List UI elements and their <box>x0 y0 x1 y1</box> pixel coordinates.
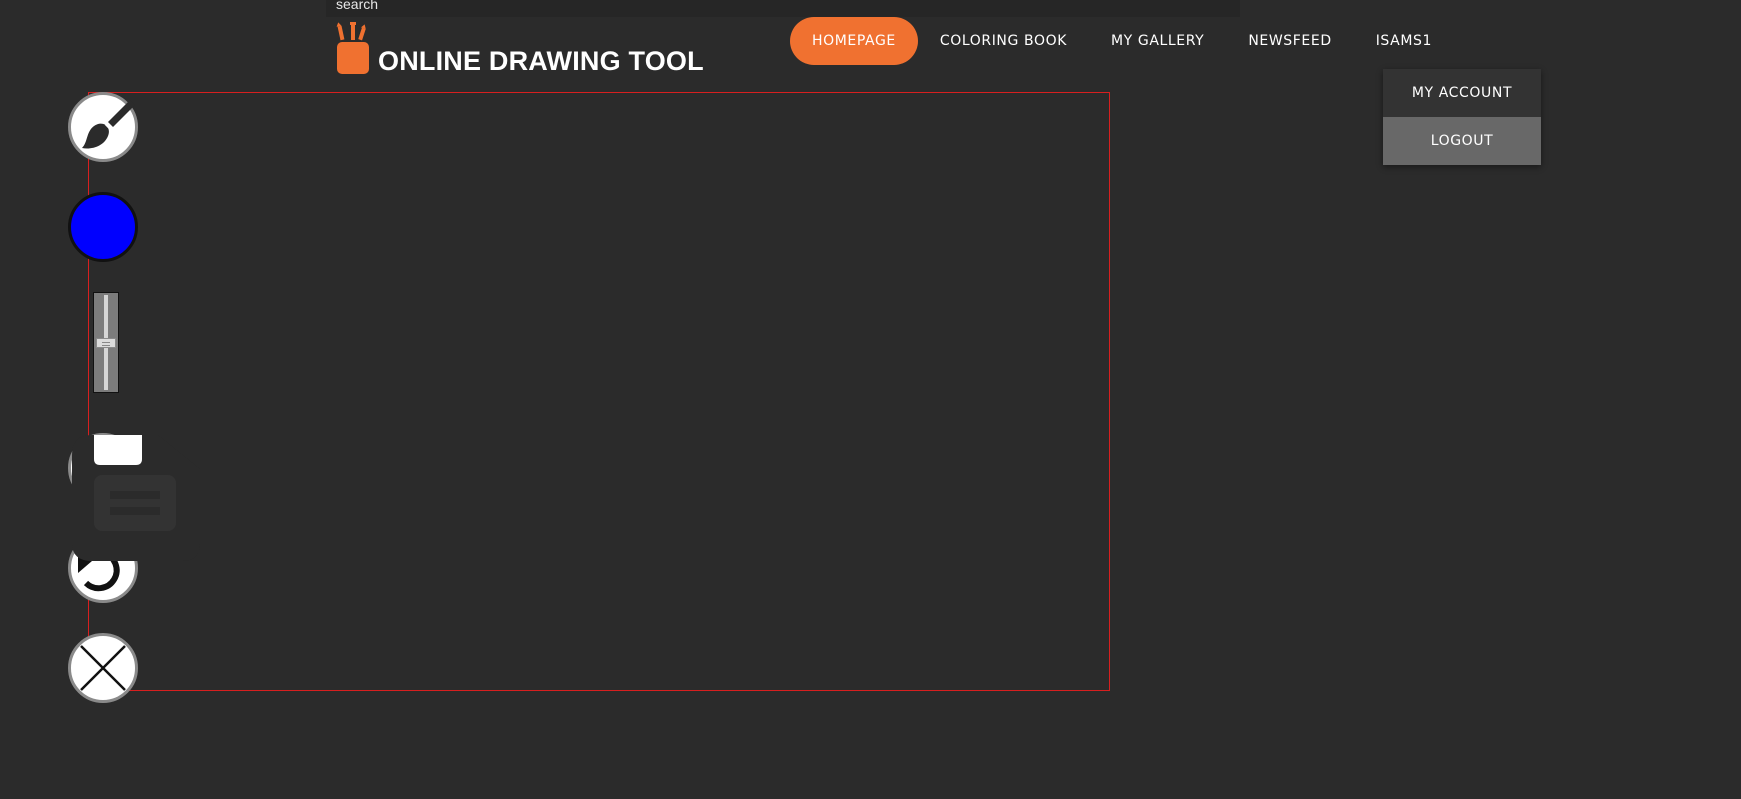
nav-my-gallery[interactable]: MY GALLERY <box>1089 17 1226 65</box>
nav-newsfeed[interactable]: NEWSFEED <box>1226 17 1353 65</box>
site-title: ONLINE DRAWING TOOL <box>378 46 704 76</box>
menu-item-logout[interactable]: LOGOUT <box>1383 117 1541 165</box>
slider-thumb[interactable] <box>96 338 116 348</box>
search-bar <box>326 0 1240 17</box>
pencil-cup-icon <box>334 22 372 76</box>
main-nav: HOMEPAGE COLORING BOOK MY GALLERY NEWSFE… <box>790 17 1454 65</box>
clear-tool-button[interactable] <box>68 633 138 703</box>
color-swatch-icon <box>68 192 138 262</box>
nav-homepage[interactable]: HOMEPAGE <box>790 17 918 65</box>
menu-item-my-account[interactable]: MY ACCOUNT <box>1383 69 1541 117</box>
site-logo[interactable]: ONLINE DRAWING TOOL <box>334 22 704 76</box>
close-x-icon <box>68 633 138 703</box>
color-picker-button[interactable] <box>68 192 138 262</box>
user-dropdown-menu: MY ACCOUNT LOGOUT <box>1383 69 1541 165</box>
paint-brush-icon <box>68 92 138 162</box>
drawing-canvas[interactable] <box>88 92 1110 691</box>
floppy-disk-icon[interactable] <box>70 435 200 563</box>
nav-user-menu[interactable]: ISAMS1 <box>1354 17 1454 65</box>
brush-tool-button[interactable] <box>68 92 138 162</box>
brush-size-slider[interactable] <box>93 292 119 393</box>
nav-coloring-book[interactable]: COLORING BOOK <box>918 17 1089 65</box>
search-input[interactable] <box>336 0 936 13</box>
